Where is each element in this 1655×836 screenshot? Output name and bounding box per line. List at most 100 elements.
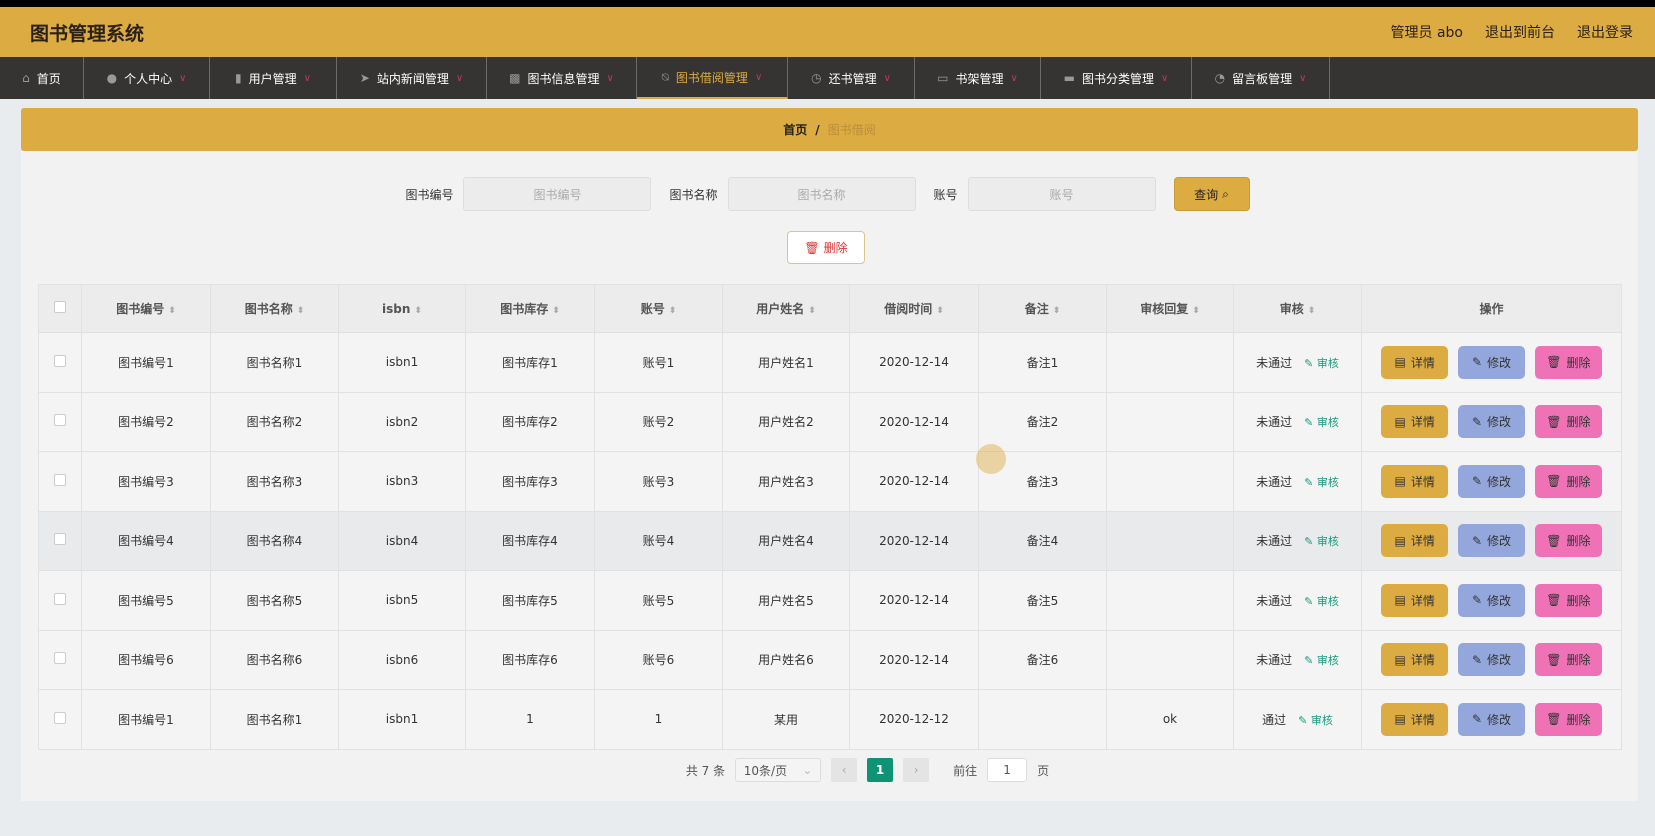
batch-delete-button[interactable]: 🗑 删除 [787,231,865,264]
delete-button[interactable]: 🗑 删除 [1534,464,1602,498]
table-cell: isbn4 [338,510,466,571]
sort-icon[interactable]: ⬍ [1053,306,1061,316]
edit-button[interactable]: ✎ 修改 [1458,524,1525,558]
select-all-checkbox[interactable] [54,301,66,313]
sort-icon[interactable]: ⬍ [1308,306,1316,316]
page-1-button[interactable]: 1 [867,758,894,782]
sort-icon[interactable]: ⬍ [552,306,560,316]
row-checkbox[interactable] [54,414,66,427]
row-checkbox[interactable] [54,652,66,665]
edit-label: 修改 [1487,474,1512,489]
nav-item-7[interactable]: ▭ 书架管理 ∨ [915,57,1041,99]
app-title: 图书管理系统 [30,22,145,45]
delete-button[interactable]: 🗑 删除 [1534,524,1602,558]
column-header[interactable]: 审核回复 ⬍ [1106,284,1234,333]
edit-button[interactable]: ✎ 修改 [1458,345,1525,379]
detail-button[interactable]: ▤ 详情 [1381,643,1449,677]
book-no-input[interactable]: 图书编号 [463,177,652,211]
document-icon: ▤ [1394,712,1406,727]
table-cell: 用户姓名4 [722,510,850,571]
audit-link[interactable]: ✎ 审核 [1304,416,1339,429]
table-cell: isbn1 [338,332,466,393]
row-checkbox[interactable] [54,354,66,367]
sort-icon[interactable]: ⬍ [297,306,305,316]
edit-button[interactable]: ✎ 修改 [1458,583,1525,617]
delete-button[interactable]: 🗑 删除 [1534,583,1602,617]
nav-item-2[interactable]: ▮ 用户管理 ∨ [210,57,337,99]
breadcrumb-home[interactable]: 首页 [783,121,807,138]
sort-icon[interactable]: ⬍ [669,306,677,316]
detail-button[interactable]: ▤ 详情 [1381,345,1449,379]
delete-label: 删除 [1566,653,1591,668]
sort-icon[interactable]: ⬍ [936,306,944,316]
nav-item-9[interactable]: ◔ 留言板管理 ∨ [1192,57,1330,99]
row-checkbox[interactable] [54,711,66,724]
nav-icon: ▭ [937,71,949,85]
detail-button[interactable]: ▤ 详情 [1381,405,1449,439]
table-cell: 图书库存5 [465,570,595,631]
column-header[interactable]: 用户姓名 ⬍ [722,284,850,333]
edit-icon: ✎ [1471,355,1483,370]
nav-item-8[interactable]: ▬ 图书分类管理 ∨ [1041,57,1192,99]
nav-label: 留言板管理 [1232,71,1293,86]
sort-icon[interactable]: ⬍ [1192,306,1200,316]
nav-item-4[interactable]: ▩ 图书信息管理 ∨ [487,57,637,99]
query-label: 查询 [1194,187,1219,202]
detail-button[interactable]: ▤ 详情 [1381,464,1449,498]
nav-item-1[interactable]: ● 个人中心 ∨ [84,57,210,99]
detail-label: 详情 [1410,474,1435,489]
column-header[interactable]: 审核 ⬍ [1233,284,1362,333]
table-cell: 用户姓名3 [722,451,850,512]
audit-label: 审核 [1316,654,1339,668]
nav-item-3[interactable]: ➤ 站内新闻管理 ∨ [337,57,487,99]
column-header[interactable]: 图书编号 ⬍ [81,284,211,333]
nav-item-5[interactable]: ⍉ 图书借阅管理 ∨ [637,57,788,99]
detail-button[interactable]: ▤ 详情 [1381,524,1449,558]
sort-icon[interactable]: ⬍ [414,306,422,316]
column-label: 操作 [1479,302,1504,316]
audit-link[interactable]: ✎ 审核 [1304,595,1339,608]
audit-link[interactable]: ✎ 审核 [1304,535,1339,548]
detail-button[interactable]: ▤ 详情 [1381,583,1449,617]
sort-icon[interactable]: ⬍ [168,306,176,316]
nav-item-0[interactable]: ⌂ 首页 [0,57,84,99]
edit-button[interactable]: ✎ 修改 [1458,464,1525,498]
audit-link[interactable]: ✎ 审核 [1298,714,1333,727]
delete-button[interactable]: 🗑 删除 [1534,643,1602,677]
column-header[interactable]: isbn ⬍ [338,284,466,333]
goto-page-input[interactable]: 1 [987,758,1028,782]
detail-button[interactable]: ▤ 详情 [1381,702,1449,736]
search-bar: 图书编号 图书编号 图书名称 图书名称 账号 账号 查询 ⌕ [0,177,1655,211]
edit-button[interactable]: ✎ 修改 [1458,405,1525,439]
edit-button[interactable]: ✎ 修改 [1458,702,1525,736]
edit-label: 修改 [1487,415,1512,430]
nav-item-6[interactable]: ◷ 还书管理 ∨ [788,57,915,99]
audit-link[interactable]: ✎ 审核 [1304,476,1339,489]
delete-button[interactable]: 🗑 删除 [1534,702,1602,736]
book-name-input[interactable]: 图书名称 [727,177,916,211]
column-header[interactable]: 图书库存 ⬍ [465,284,595,333]
next-page-button[interactable]: › [903,758,930,782]
prev-page-button[interactable]: ‹ [831,758,858,782]
delete-button[interactable]: 🗑 删除 [1534,405,1602,439]
row-checkbox[interactable] [54,533,66,546]
sort-icon[interactable]: ⬍ [808,306,816,316]
account-input[interactable]: 账号 [967,177,1156,211]
row-checkbox[interactable] [54,473,66,486]
edit-button[interactable]: ✎ 修改 [1458,643,1525,677]
column-header[interactable]: 备注 ⬍ [978,284,1107,333]
query-button[interactable]: 查询 ⌕ [1173,177,1250,211]
book-name-label: 图书名称 [669,187,718,202]
column-header[interactable]: 借阅时间 ⬍ [849,284,979,333]
column-header[interactable]: 账号 ⬍ [594,284,723,333]
audit-link[interactable]: ✎ 审核 [1304,654,1339,667]
row-checkbox[interactable] [54,592,66,605]
delete-button[interactable]: 🗑 删除 [1534,345,1602,379]
page-size-select[interactable]: 10条/页 ⌄ [735,758,822,782]
audit-link[interactable]: ✎ 审核 [1304,357,1339,370]
nav-icon: ▩ [509,71,521,85]
table-row: 图书编号3 图书名称3 isbn3 图书库存3 账号3 用户姓名3 2020-12-14 备注… [38,451,1622,512]
column-header[interactable]: 图书名称 ⬍ [210,284,339,333]
logout-link[interactable]: 退出登录 [1577,22,1633,42]
to-front-link[interactable]: 退出到前台 [1485,22,1555,42]
